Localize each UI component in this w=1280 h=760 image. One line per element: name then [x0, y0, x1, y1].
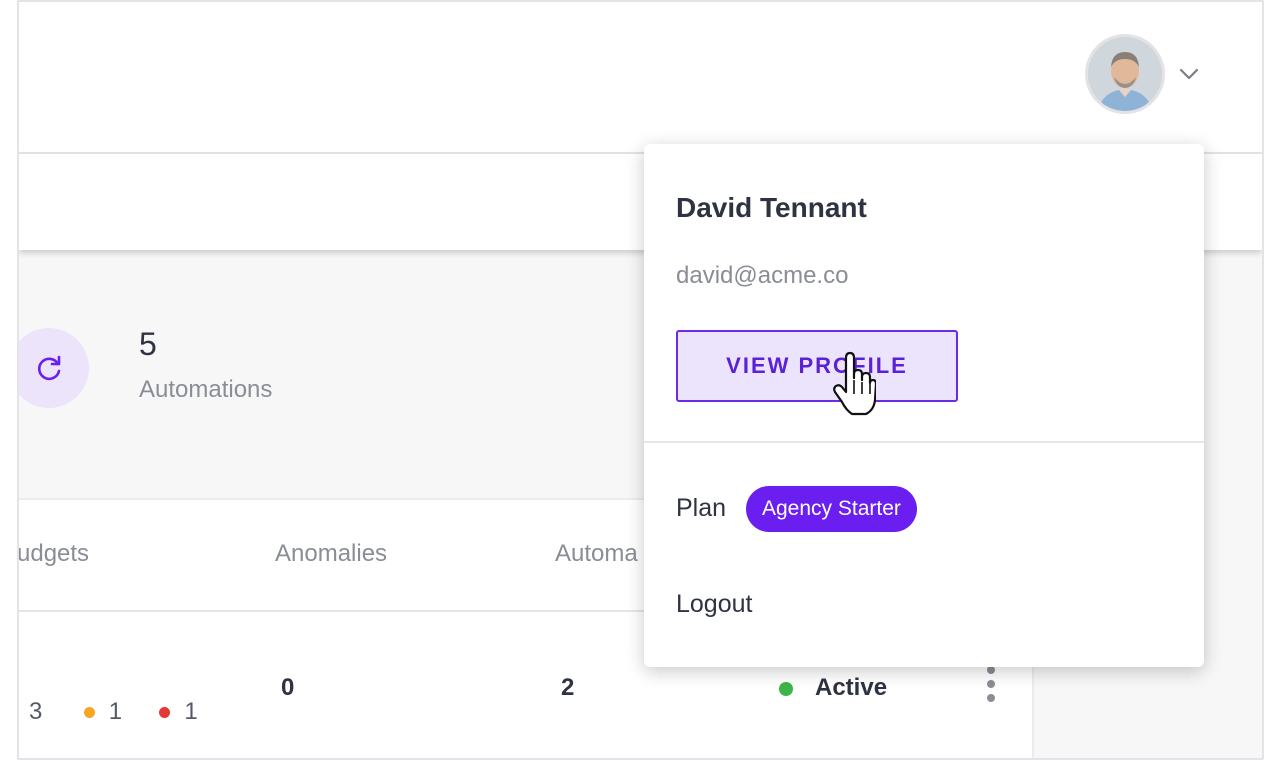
view-profile-button[interactable]: VIEW PROFILE — [676, 330, 958, 402]
column-header-automations[interactable]: Automa — [555, 540, 638, 568]
automations-value: 2 — [561, 674, 575, 701]
automations-icon-badge — [19, 328, 89, 408]
hand-pointer-cursor — [833, 351, 876, 416]
error-dot — [159, 707, 171, 719]
profile-dropdown-menu: David Tennant david@acme.co VIEW PROFILE… — [644, 144, 1204, 667]
plan-badge: Agency Starter — [746, 486, 917, 532]
warning-dot — [83, 707, 95, 719]
budget-ok-count: 3 — [29, 698, 43, 725]
budget-status-counts: 3 1 1 — [29, 698, 198, 726]
chevron-down-icon[interactable] — [1177, 62, 1201, 86]
budget-error-count: 1 — [184, 698, 198, 725]
budget-warning-count: 1 — [108, 698, 123, 725]
menu-divider — [644, 441, 1204, 443]
status-dot — [779, 681, 793, 696]
logout-menu-item[interactable]: Logout — [676, 590, 752, 619]
anomalies-value: 0 — [281, 674, 295, 701]
profile-email: david@acme.co — [676, 262, 849, 289]
column-header-budgets[interactable]: udgets — [19, 540, 89, 568]
avatar[interactable] — [1085, 34, 1165, 114]
column-header-anomalies[interactable]: Anomalies — [275, 540, 387, 568]
avatar-photo — [1088, 37, 1162, 111]
automations-label: Automations — [139, 376, 273, 403]
refresh-icon — [38, 355, 61, 381]
automations-count: 5 — [139, 326, 157, 362]
top-bar — [19, 2, 1262, 154]
status-badge: Active — [779, 674, 887, 702]
kebab-menu-icon[interactable] — [986, 666, 996, 706]
profile-name: David Tennant — [676, 192, 867, 223]
status-text: Active — [815, 674, 888, 701]
plan-label: Plan — [676, 494, 727, 522]
